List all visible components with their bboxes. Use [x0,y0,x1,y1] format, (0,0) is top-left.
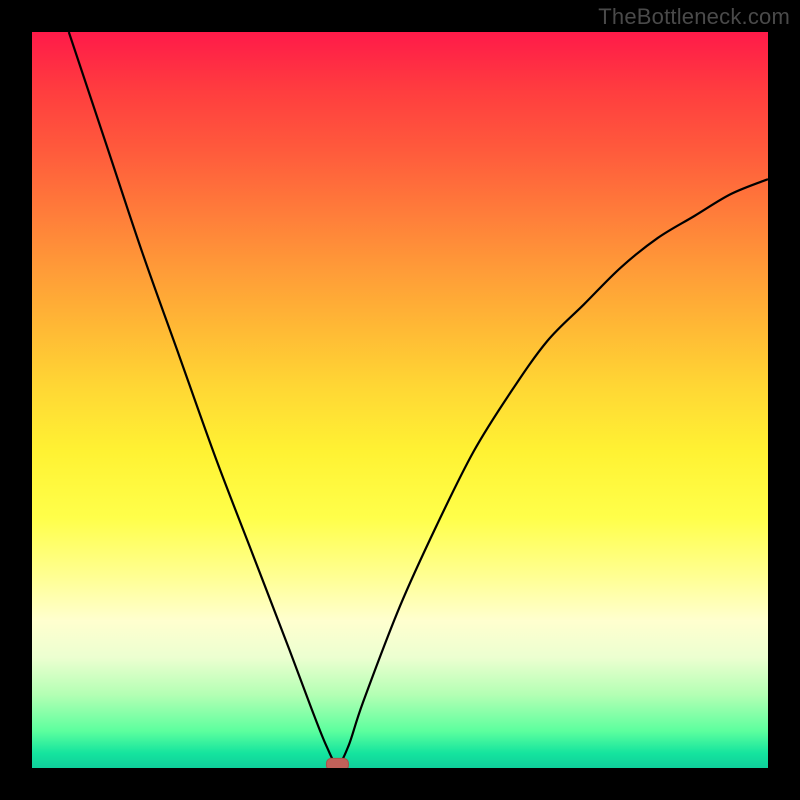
bottleneck-curve [69,32,768,764]
chart-frame: TheBottleneck.com [0,0,800,800]
minimum-marker [326,758,348,768]
plot-area [32,32,768,768]
watermark-text: TheBottleneck.com [598,4,790,30]
chart-svg [32,32,768,768]
